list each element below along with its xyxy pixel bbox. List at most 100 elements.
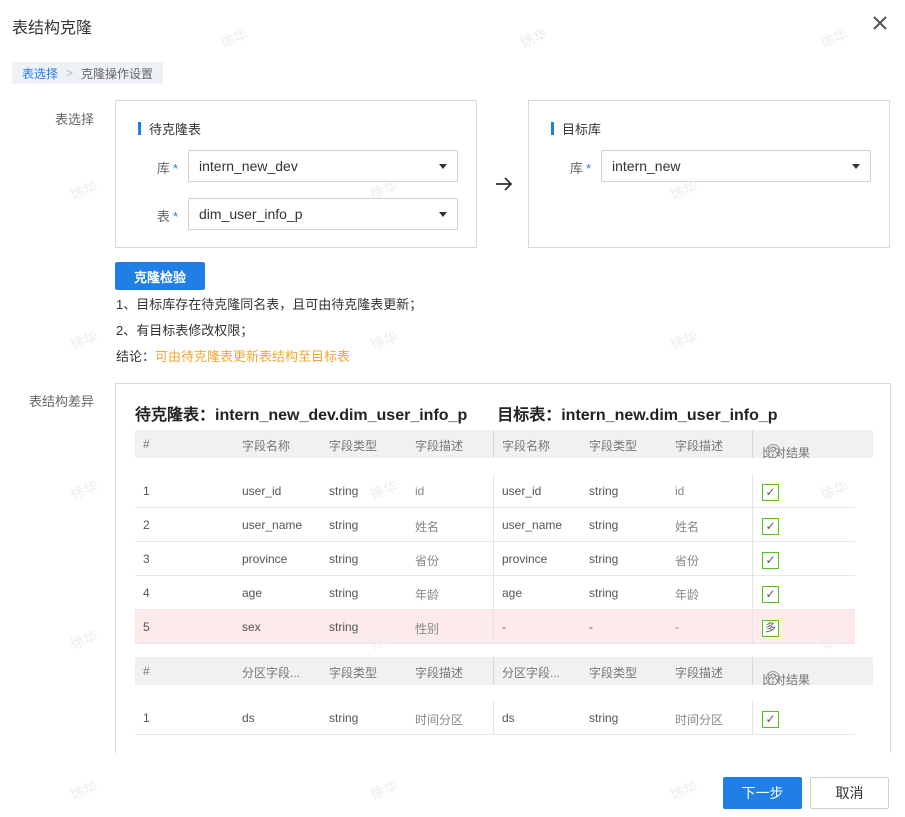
src-field-type: string <box>329 620 359 634</box>
table-row: 5 sex string 性别 - - - 多 <box>135 610 855 644</box>
diff-panel: 待克隆表：intern_new_dev.dim_user_info_p 目标表：i… <box>115 383 891 753</box>
close-icon <box>873 16 887 30</box>
source-panel-heading: 待克隆表 <box>138 119 201 138</box>
dst-field-name: - <box>502 620 506 634</box>
rule-1: 1、目标库存在待克隆同名表，且可由待克隆表更新； <box>116 297 423 312</box>
target-db-select[interactable]: intern_new <box>601 150 871 182</box>
col-dst-name: 字段名称 <box>502 439 551 453</box>
dst-field-name: user_id <box>502 484 542 498</box>
next-step-button[interactable]: 下一步 <box>723 777 802 809</box>
dst-field-desc: 姓名 <box>675 520 700 534</box>
dst-field-desc: - <box>675 620 679 634</box>
target-table-title: 目标表：intern_new.dim_user_info_p <box>497 407 778 424</box>
dialog-title: 表结构克隆 <box>12 20 93 37</box>
help-icon[interactable]: ? <box>766 444 780 458</box>
watermark: 徐华 <box>68 177 100 203</box>
src-field-name: user_id <box>242 484 282 498</box>
dst-field-name: province <box>502 552 548 566</box>
table-row: 2 user_name string 姓名 user_name string 姓名 ✓ <box>135 508 855 542</box>
target-db-label: 库 * <box>569 161 591 176</box>
source-panel-title: 待克隆表 <box>149 122 202 137</box>
src-field-name: age <box>242 586 263 600</box>
target-panel-heading: 目标库 <box>551 119 601 138</box>
table-row: 4 age string 年龄 age string 年龄 ✓ <box>135 576 855 610</box>
src-field-desc: 性别 <box>415 622 440 636</box>
field-table-header: # 字段名称 字段类型 字段描述 字段名称 字段类型 字段描述 比对结果? <box>135 430 873 460</box>
row-index: 5 <box>143 620 150 634</box>
src-field-desc: 时间分区 <box>415 713 464 727</box>
rule-2: 2、有目标表修改权限； <box>116 323 254 338</box>
dst-field-name: age <box>502 586 523 600</box>
watermark: 徐华 <box>68 477 100 503</box>
partition-table-header: # 分区字段... 字段类型 字段描述 分区字段... 字段类型 字段描述 比对… <box>135 657 873 687</box>
target-db-panel: 目标库 库 * intern_new <box>528 100 890 248</box>
dst-field-desc: 省份 <box>675 554 700 568</box>
step-breadcrumb: 表选择 > 克隆操作设置 <box>12 62 164 84</box>
dst-field-name: user_name <box>502 518 563 532</box>
watermark: 徐华 <box>68 777 100 803</box>
match-check-icon: ✓ <box>762 586 779 603</box>
conclusion-text: 可由待克隆表更新表结构至目标表 <box>155 349 351 364</box>
col-src-name: 字段名称 <box>242 439 291 453</box>
watermark: 徐华 <box>368 327 400 353</box>
dst-field-type: string <box>589 552 619 566</box>
col-src-desc: 字段描述 <box>415 666 464 680</box>
source-table-select[interactable]: dim_user_info_p <box>188 198 458 230</box>
close-button[interactable] <box>869 12 891 34</box>
col-dst-type: 字段类型 <box>589 439 638 453</box>
dst-field-desc: 时间分区 <box>675 713 724 727</box>
match-check-icon: ✓ <box>762 484 779 501</box>
table-row: 1 user_id string id user_id string id ✓ <box>135 474 855 508</box>
diff-label: 表结构差异 <box>28 394 94 409</box>
clone-check-button[interactable]: 克隆检验 <box>115 262 205 290</box>
step-table-select[interactable]: 表选择 <box>22 65 58 82</box>
col-index: # <box>143 664 150 678</box>
step-separator: > <box>66 66 74 80</box>
dst-field-type: string <box>589 711 619 725</box>
watermark: 徐华 <box>368 777 400 803</box>
source-db-select[interactable]: intern_new_dev <box>188 150 458 182</box>
help-icon[interactable]: ? <box>766 671 780 685</box>
col-dst-type: 字段类型 <box>589 666 638 680</box>
target-db-value: intern_new <box>612 158 681 174</box>
row-index: 4 <box>143 586 150 600</box>
watermark: 徐华 <box>668 327 700 353</box>
watermark: 徐华 <box>518 25 550 51</box>
arrow-right-icon <box>496 177 513 191</box>
col-src-type: 字段类型 <box>329 666 378 680</box>
col-index: # <box>143 437 150 451</box>
col-dst-partition: 分区字段... <box>502 666 561 680</box>
watermark: 徐华 <box>218 25 250 51</box>
conclusion-prefix: 结论： <box>116 349 156 364</box>
col-src-partition: 分区字段... <box>242 666 301 680</box>
col-dst-desc: 字段描述 <box>675 439 724 453</box>
src-field-type: string <box>329 711 359 725</box>
target-panel-title: 目标库 <box>562 122 602 137</box>
src-field-type: string <box>329 552 359 566</box>
source-table-title: 待克隆表：intern_new_dev.dim_user_info_p <box>135 407 468 424</box>
step-clone-settings: 克隆操作设置 <box>81 66 154 81</box>
cancel-button[interactable]: 取消 <box>810 777 889 809</box>
diff-title: 待克隆表：intern_new_dev.dim_user_info_p 目标表：i… <box>135 401 778 425</box>
src-field-desc: 省份 <box>415 554 440 568</box>
src-field-desc: id <box>415 484 425 498</box>
dst-field-type: - <box>589 620 593 634</box>
dst-field-name: ds <box>502 711 515 725</box>
row-index: 2 <box>143 518 150 532</box>
heading-bar <box>138 122 141 135</box>
dst-field-desc: id <box>675 484 685 498</box>
src-field-type: string <box>329 484 359 498</box>
src-field-name: ds <box>242 711 255 725</box>
caret-down-icon <box>852 164 860 169</box>
src-field-name: sex <box>242 620 261 634</box>
row-index: 1 <box>143 484 150 498</box>
match-check-icon: ✓ <box>762 518 779 535</box>
table-select-label: 表选择 <box>54 112 94 127</box>
heading-bar <box>551 122 554 135</box>
caret-down-icon <box>439 164 447 169</box>
conclusion: 结论：可由待克隆表更新表结构至目标表 <box>116 346 350 365</box>
src-field-type: string <box>329 586 359 600</box>
watermark: 徐华 <box>68 627 100 653</box>
source-table-label: 表 * <box>156 209 178 224</box>
source-db-value: intern_new_dev <box>199 158 298 174</box>
